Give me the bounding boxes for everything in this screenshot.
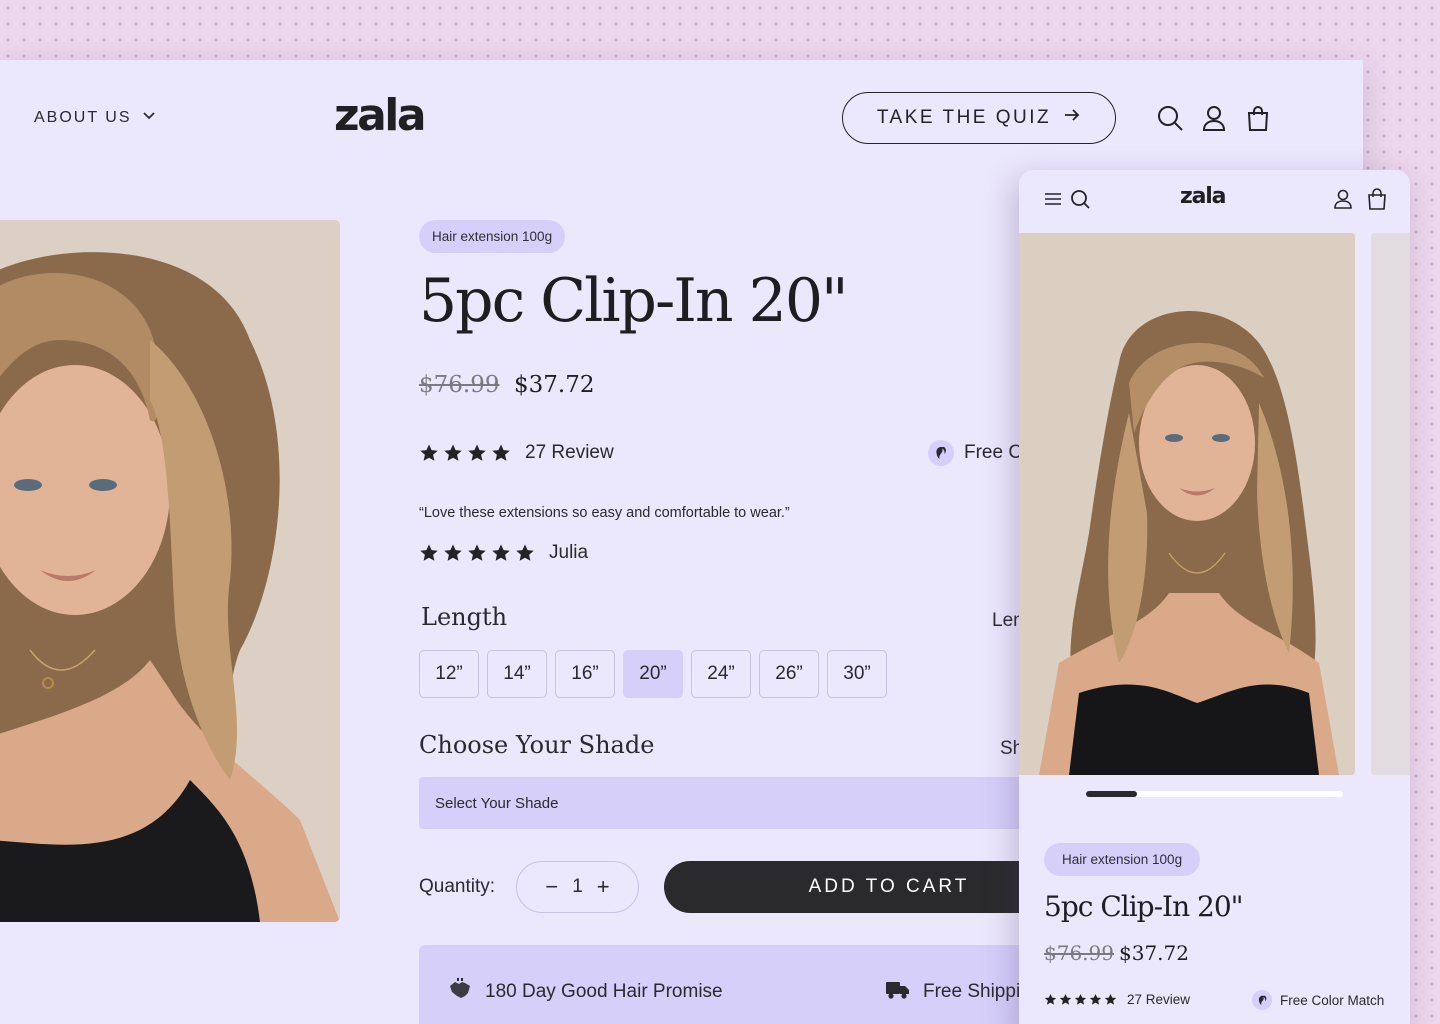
quantity-decrease-button[interactable]: − bbox=[545, 876, 558, 898]
reviewer-row: Julia bbox=[419, 542, 588, 564]
product-badge: Hair extension 100g bbox=[419, 220, 566, 253]
product-rating[interactable]: 27 Review bbox=[419, 442, 614, 464]
star-icon bbox=[1044, 993, 1057, 1005]
star-icon bbox=[492, 544, 510, 561]
hair-icon bbox=[928, 440, 954, 466]
promise-guarantee-label: 180 Day Good Hair Promise bbox=[485, 981, 723, 1002]
star-icon bbox=[468, 544, 486, 561]
cart-icon[interactable] bbox=[1244, 104, 1272, 132]
carousel-next-photo[interactable] bbox=[1371, 233, 1410, 775]
brand-logo[interactable]: zala bbox=[334, 94, 427, 138]
quantity-increase-button[interactable]: + bbox=[597, 876, 610, 898]
star-icon bbox=[420, 544, 438, 561]
handshake-icon bbox=[447, 976, 473, 1008]
star-icon bbox=[1059, 993, 1072, 1005]
price-original: $76.99 bbox=[1044, 941, 1114, 965]
price-sale: $37.72 bbox=[1119, 941, 1189, 965]
take-quiz-label: TAKE THE QUIZ bbox=[876, 107, 1052, 128]
length-option[interactable]: 26” bbox=[759, 650, 819, 698]
carousel-progress[interactable] bbox=[1086, 791, 1343, 797]
price-sale: $37.72 bbox=[514, 372, 595, 398]
length-option[interactable]: 16” bbox=[555, 650, 615, 698]
about-us-menu[interactable]: ABOUT US bbox=[34, 108, 156, 127]
cart-icon[interactable] bbox=[1366, 188, 1388, 210]
promise-item-guarantee: 180 Day Good Hair Promise bbox=[447, 976, 723, 1008]
review-count: 27 Review bbox=[1127, 992, 1191, 1007]
arrow-right-icon bbox=[1063, 106, 1081, 130]
star-icon bbox=[420, 444, 438, 461]
star-icon bbox=[1089, 993, 1102, 1005]
truck-icon bbox=[885, 976, 911, 1008]
length-heading: Length bbox=[421, 603, 508, 631]
star-icon bbox=[492, 444, 510, 461]
shade-select[interactable]: Select Your Shade bbox=[419, 777, 1059, 829]
star-icon bbox=[1104, 993, 1117, 1005]
about-us-label: ABOUT US bbox=[34, 108, 132, 126]
account-icon[interactable] bbox=[1332, 188, 1354, 210]
length-options: 12” 14” 16” 20” 24” 26” 30” bbox=[419, 650, 887, 698]
product-badge: Hair extension 100g bbox=[1044, 843, 1201, 876]
menu-icon[interactable] bbox=[1042, 188, 1064, 210]
promise-bar: 180 Day Good Hair Promise Free Shipping bbox=[419, 945, 1119, 1024]
reviewer-name: Julia bbox=[549, 542, 589, 563]
star-icon bbox=[1074, 993, 1087, 1005]
length-option[interactable]: 20” bbox=[623, 650, 683, 698]
product-title: 5pc Clip-In 20" bbox=[1044, 890, 1244, 923]
length-option[interactable]: 24” bbox=[691, 650, 751, 698]
product-photo[interactable] bbox=[1019, 233, 1355, 775]
brand-logo[interactable]: zala bbox=[1180, 186, 1226, 208]
search-icon[interactable] bbox=[1069, 188, 1091, 210]
promise-item-shipping: Free Shipping bbox=[885, 976, 1041, 1008]
rating-stars bbox=[1044, 993, 1117, 1006]
review-quote: “Love these extensions so easy and comfo… bbox=[419, 505, 790, 521]
length-option[interactable]: 12” bbox=[419, 650, 479, 698]
star-icon bbox=[468, 444, 486, 461]
color-match-link[interactable]: Free Color Match bbox=[1252, 990, 1384, 1010]
rating-stars bbox=[419, 443, 511, 463]
length-option[interactable]: 30” bbox=[827, 650, 887, 698]
search-icon[interactable] bbox=[1156, 104, 1184, 132]
take-quiz-button[interactable]: TAKE THE QUIZ bbox=[842, 92, 1116, 144]
hair-icon bbox=[1252, 990, 1272, 1010]
shade-heading: Choose Your Shade bbox=[419, 731, 655, 759]
quantity-label: Quantity: bbox=[419, 876, 496, 897]
mobile-preview: zala Hair extension 100g 5pc Clip-In 20"… bbox=[1019, 170, 1410, 1024]
color-match-label: Free Color Match bbox=[1280, 992, 1385, 1008]
product-title: 5pc Clip-In 20" bbox=[419, 266, 849, 336]
star-icon bbox=[516, 544, 534, 561]
review-count: 27 Review bbox=[525, 442, 614, 463]
star-icon bbox=[444, 444, 462, 461]
reviewer-stars bbox=[419, 543, 535, 563]
quantity-stepper: − 1 + bbox=[516, 861, 639, 913]
product-photo[interactable] bbox=[0, 220, 340, 922]
price-original: $76.99 bbox=[419, 372, 500, 398]
chevron-down-icon bbox=[142, 108, 156, 127]
length-option[interactable]: 14” bbox=[487, 650, 547, 698]
star-icon bbox=[444, 544, 462, 561]
carousel-progress-fill bbox=[1086, 791, 1138, 797]
quantity-value[interactable]: 1 bbox=[572, 876, 583, 898]
product-rating[interactable]: 27 Review bbox=[1044, 992, 1190, 1007]
account-icon[interactable] bbox=[1200, 104, 1228, 132]
